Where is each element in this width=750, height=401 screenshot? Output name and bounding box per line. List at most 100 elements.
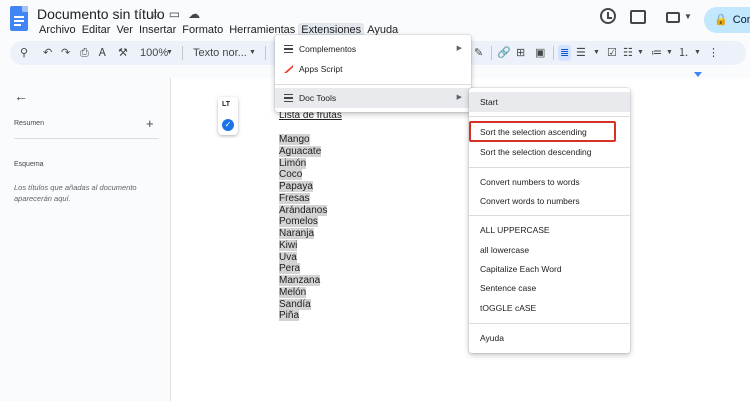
add-summary-icon[interactable]: + [146, 116, 154, 131]
title-icons: ☆ ▭ ☁ [150, 7, 200, 21]
languagetool-widget[interactable]: LT ✓ [218, 97, 238, 135]
list-item[interactable]: Melón [279, 286, 327, 299]
style-select[interactable]: Texto nor... [193, 45, 247, 61]
meet-icon[interactable] [666, 12, 680, 23]
menu-item-label: Doc Tools [299, 93, 337, 103]
menu-item-uppercase[interactable]: ALL UPPERCASE [469, 220, 630, 240]
chevron-down-icon[interactable]: ▼ [637, 45, 644, 61]
indent-marker[interactable] [694, 72, 702, 77]
toolbar-divider [182, 46, 183, 60]
menu-divider [469, 323, 630, 324]
menu-item-capitalize[interactable]: Capitalize Each Word [469, 259, 630, 279]
menu-formato[interactable]: Formato [179, 23, 226, 38]
image-icon[interactable]: ▣ [535, 45, 545, 61]
menu-divider [469, 167, 630, 168]
paint-format-icon[interactable]: ⚒ [118, 45, 128, 61]
chevron-down-icon[interactable]: ▼ [666, 45, 673, 61]
list-item[interactable]: Papaya [279, 181, 327, 193]
comments-icon[interactable] [630, 10, 646, 24]
checklist-icon[interactable]: ☷ [623, 45, 633, 61]
pen-icon[interactable]: ✎ [474, 45, 483, 61]
addons-icon [284, 45, 293, 53]
outline-hint: Los títulos que añadas al documento apar… [14, 183, 137, 203]
list-item[interactable]: Kiwi [279, 239, 327, 252]
menu-item-complementos[interactable]: Complementos ▶ [275, 39, 471, 59]
menu-item-start[interactable]: Start [469, 92, 630, 112]
fruit-list[interactable]: Mango Aguacate Limón Coco Papaya Fresas … [279, 134, 328, 322]
menu-ver[interactable]: Ver [113, 23, 136, 38]
chevron-down-icon[interactable]: ▼ [593, 45, 600, 61]
print-icon[interactable]: ⎙ [80, 45, 89, 61]
menu-item-sort-descending[interactable]: Sort the selection descending [469, 142, 630, 162]
list-item[interactable]: Mango [279, 134, 327, 146]
menu-divider [275, 84, 471, 85]
chevron-down-icon[interactable]: ▼ [249, 45, 256, 61]
document-page[interactable] [171, 78, 750, 401]
menu-item-apps-script[interactable]: Apps Script [275, 59, 471, 79]
list-item[interactable]: Fresas [279, 192, 327, 205]
menu-item-ayuda[interactable]: Ayuda [469, 328, 630, 348]
doc-tools-icon [284, 94, 293, 102]
zoom-select[interactable]: 100% [140, 45, 168, 61]
spellcheck-icon[interactable]: Ꭺ [99, 45, 106, 61]
menu-item-label: Apps Script [299, 64, 343, 74]
highlight-box [469, 121, 616, 142]
menu-insertar[interactable]: Insertar [136, 23, 179, 38]
list-item[interactable]: Arándanos [279, 204, 328, 217]
align-left-icon[interactable]: ≣ [558, 45, 572, 61]
star-icon[interactable]: ☆ [150, 7, 161, 21]
link-icon[interactable]: 🔗 [497, 45, 511, 61]
menu-item-words-to-numbers[interactable]: Convert words to numbers [469, 191, 630, 211]
list-item[interactable]: Naranja [279, 228, 327, 240]
outline-label: Esquema [14, 161, 44, 168]
list-item[interactable]: Pera [279, 263, 327, 275]
submenu-arrow-icon: ▶ [456, 45, 462, 52]
history-icon[interactable] [600, 8, 616, 24]
add-comment-icon[interactable]: ⊞ [516, 45, 525, 61]
redo-icon[interactable]: ↷ [61, 45, 70, 61]
chevron-down-icon[interactable]: ▼ [684, 12, 692, 21]
menu-item-doc-tools[interactable]: Doc Tools ▶ [275, 88, 471, 108]
more-options-icon[interactable]: ⋮ [708, 45, 719, 61]
toolbar-divider [265, 46, 266, 60]
menu-divider [469, 215, 630, 216]
move-folder-icon[interactable]: ▭ [169, 7, 180, 21]
checklist-icon[interactable]: ☑ [607, 45, 617, 61]
menu-divider [469, 116, 630, 117]
google-docs-window: Documento sin título ☆ ▭ ☁ Archivo Edita… [0, 0, 750, 401]
submenu-arrow-icon: ▶ [456, 94, 462, 101]
menu-editar[interactable]: Editar [79, 23, 114, 38]
undo-icon[interactable]: ↶ [43, 45, 52, 61]
chevron-down-icon[interactable]: ▼ [166, 45, 173, 61]
share-button[interactable]: 🔒 Comp [704, 7, 750, 33]
list-item[interactable]: Uva [279, 251, 327, 264]
toolbar-divider [553, 46, 554, 60]
chevron-down-icon[interactable]: ▼ [694, 45, 701, 61]
list-item[interactable]: Manzana [279, 275, 327, 287]
line-spacing-icon[interactable]: ☰ [576, 45, 586, 61]
menu-archivo[interactable]: Archivo [36, 23, 79, 38]
list-item[interactable]: Sandía [279, 298, 327, 311]
document-outline-sidebar: ← Resumen + Esquema Los títulos que añad… [0, 78, 170, 401]
list-item[interactable]: Piña [279, 310, 327, 322]
sidebar-divider [14, 138, 159, 139]
list-item[interactable]: Limón [279, 157, 327, 170]
list-item[interactable]: Aguacate [279, 145, 327, 158]
docs-logo-icon[interactable] [10, 6, 28, 31]
list-item[interactable]: Pomelos [279, 216, 327, 228]
list-item[interactable]: Coco [279, 169, 327, 181]
menu-item-lowercase[interactable]: all lowercase [469, 240, 630, 260]
menu-item-label: Complementos [299, 44, 357, 54]
bulleted-list-icon[interactable]: ≔ [651, 45, 662, 61]
back-arrow-icon[interactable]: ← [14, 88, 28, 104]
numbered-list-icon[interactable]: ⒈ [678, 45, 689, 61]
check-icon: ✓ [222, 119, 234, 131]
search-icon[interactable]: ⚲ [20, 45, 28, 61]
document-title[interactable]: Documento sin título [37, 6, 165, 22]
apps-script-icon [284, 65, 293, 73]
menu-item-numbers-to-words[interactable]: Convert numbers to words [469, 172, 630, 192]
cloud-status-icon[interactable]: ☁ [188, 7, 200, 21]
languagetool-logo: LT [222, 101, 231, 108]
menu-item-sentence-case[interactable]: Sentence case [469, 278, 630, 298]
menu-item-toggle-case[interactable]: tOGGLE cASE [469, 298, 630, 318]
